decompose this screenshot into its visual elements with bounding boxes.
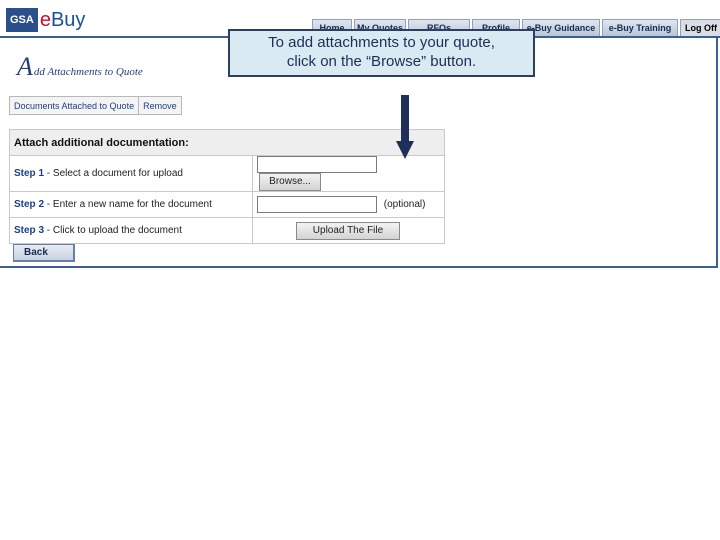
back-button-label: Back: [24, 247, 48, 258]
arrow-head: [396, 141, 414, 159]
new-name-input[interactable]: [257, 196, 377, 213]
attach-form-heading: Attach additional documentation:: [9, 129, 445, 156]
step-2-input-cell: (optional): [252, 191, 445, 218]
file-path-input[interactable]: [257, 156, 377, 173]
ebuy-logo-text: eBuy: [40, 9, 86, 32]
step-1-input-cell: Browse...: [252, 155, 445, 192]
tab-log-off[interactable]: Log Off: [680, 19, 720, 36]
step-3-label-cell: Step 3 - Click to upload the document: [9, 217, 253, 244]
step-2-label-cell: Step 2 - Enter a new name for the docume…: [9, 191, 253, 218]
subnav-documents-attached[interactable]: Documents Attached to Quote: [10, 97, 140, 114]
step-3-row: Step 3 - Click to upload the document Up…: [9, 217, 445, 244]
step-2-text: - Enter a new name for the document: [46, 199, 212, 210]
page-title-initial: A: [17, 52, 33, 81]
gsa-ebuy-logo[interactable]: GSA eBuy: [6, 8, 85, 32]
step-1-text: - Select a document for upload: [46, 168, 183, 179]
ebuy-logo-rest: Buy: [50, 8, 86, 31]
step-2-label: Step 2: [14, 199, 45, 210]
attach-form-table: Attach additional documentation: Step 1 …: [9, 129, 445, 244]
subnav-remove[interactable]: Remove: [139, 97, 181, 114]
attach-form-header-row: Attach additional documentation:: [9, 129, 445, 156]
step-1-label: Step 1: [14, 168, 45, 179]
down-arrow-icon: [396, 95, 414, 159]
instruction-callout: To add attachments to your quote, click …: [228, 29, 535, 77]
step-2-row: Step 2 - Enter a new name for the docume…: [9, 191, 445, 218]
optional-note: (optional): [383, 199, 426, 210]
ebuy-logo-e: e: [39, 8, 51, 31]
step-1-label-cell: Step 1 - Select a document for upload: [9, 155, 253, 192]
back-button[interactable]: Back: [13, 244, 75, 262]
step-3-label: Step 3: [14, 225, 45, 236]
step-3-button-cell: Upload The File: [252, 217, 445, 244]
tab-ebuy-training[interactable]: e-Buy Training: [602, 19, 678, 36]
page-title-rest: dd Attachments to Quote: [33, 66, 143, 78]
page-title: Add Attachments to Quote: [17, 52, 143, 82]
browse-button[interactable]: Browse...: [259, 173, 321, 191]
step-3-text: - Click to upload the document: [46, 225, 182, 236]
gsa-logo-text: GSA: [6, 8, 38, 32]
subnav: Documents Attached to Quote Remove: [9, 96, 182, 115]
callout-line-1: To add attachments to your quote,: [268, 34, 495, 51]
upload-file-button[interactable]: Upload The File: [296, 221, 400, 240]
arrow-shaft: [401, 95, 409, 143]
callout-line-2: click on the “Browse” button.: [286, 53, 477, 70]
step-1-row: Step 1 - Select a document for upload Br…: [9, 155, 445, 192]
